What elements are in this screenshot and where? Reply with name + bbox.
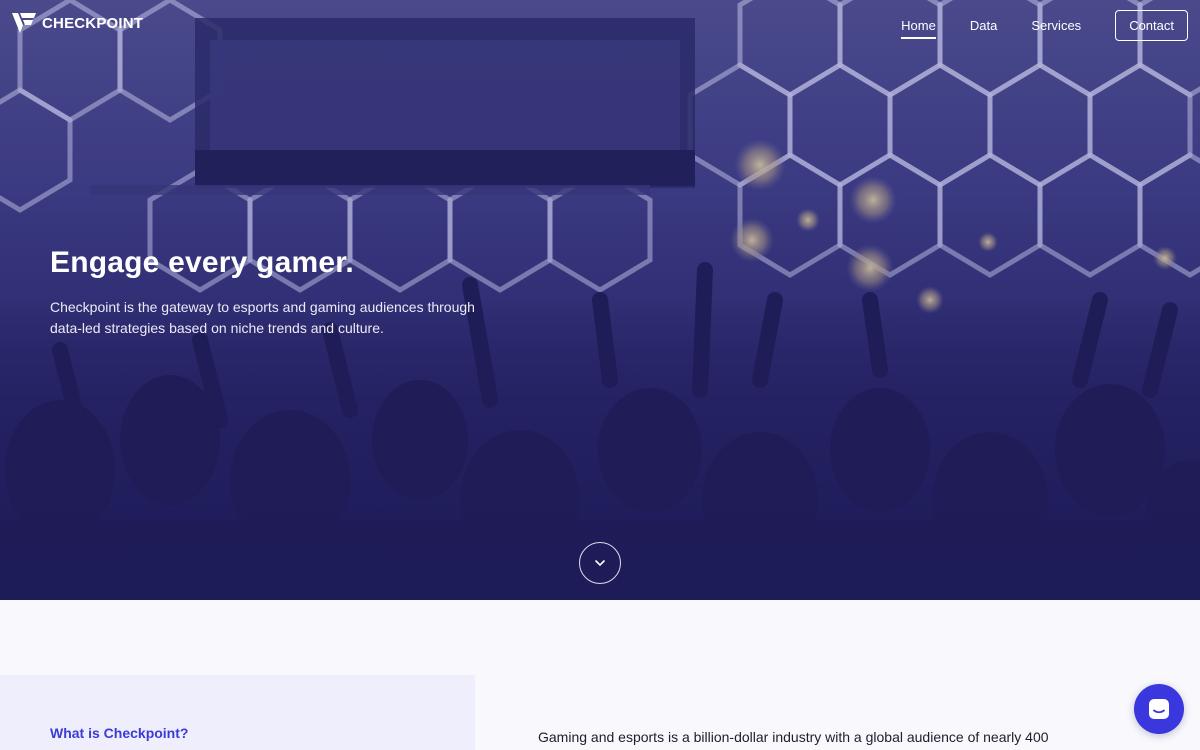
hero-subtitle: Checkpoint is the gateway to esports and… bbox=[50, 299, 475, 336]
contact-button[interactable]: Contact bbox=[1115, 9, 1188, 41]
brand-name: CHECKPOINT bbox=[42, 14, 144, 32]
about-heading: What is Checkpoint? bbox=[50, 725, 189, 741]
hero-title: Engage every gamer. bbox=[50, 246, 354, 279]
nav-home[interactable]: Home bbox=[901, 12, 936, 39]
nav-services[interactable]: Services bbox=[1031, 12, 1081, 39]
scroll-down-button[interactable] bbox=[579, 542, 621, 584]
hero-section: CHECKPOINT Home Data Services Contact En… bbox=[0, 0, 1200, 600]
chat-icon bbox=[1149, 699, 1169, 719]
about-text: Gaming and esports is a billion-dollar i… bbox=[538, 729, 1049, 745]
checkpoint-logo-icon bbox=[12, 13, 36, 33]
main-nav: Home Data Services Contact bbox=[901, 9, 1188, 41]
chat-launcher-button[interactable] bbox=[1134, 684, 1184, 734]
nav-data[interactable]: Data bbox=[970, 12, 997, 39]
about-card: What is Checkpoint? bbox=[0, 675, 475, 750]
brand-logo[interactable]: CHECKPOINT bbox=[12, 12, 143, 34]
chevron-down-icon bbox=[595, 560, 605, 566]
